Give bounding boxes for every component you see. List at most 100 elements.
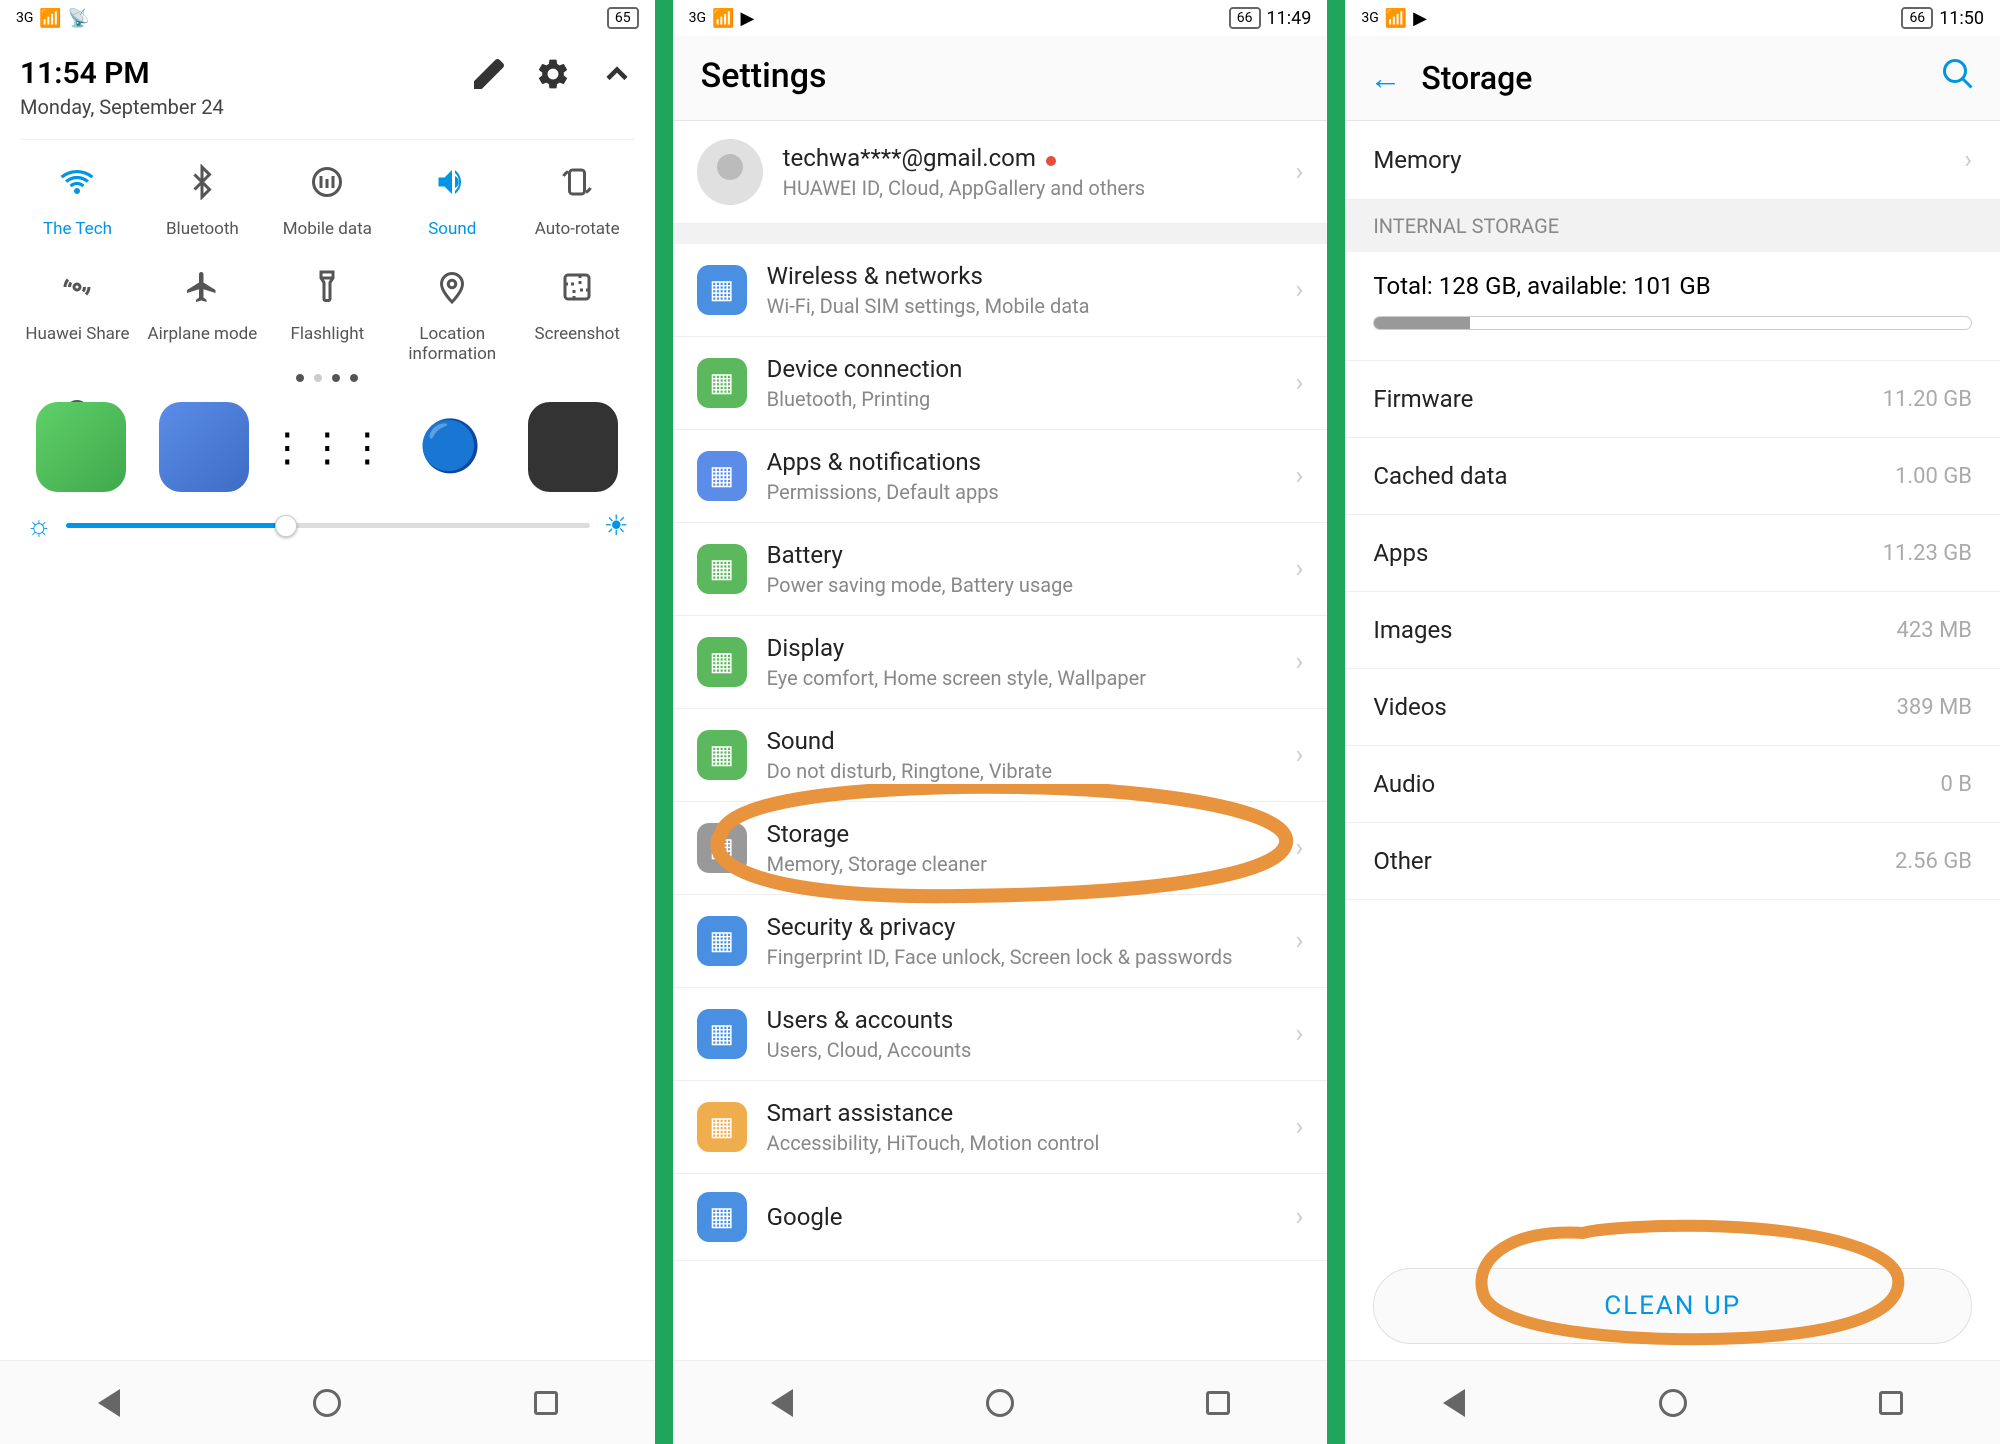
search-icon[interactable] [1940, 56, 1976, 100]
qs-tile-label: The Tech [43, 219, 112, 239]
qs-tile-location[interactable]: Location information [395, 269, 510, 364]
nav-home-button[interactable] [307, 1383, 347, 1423]
qs-tile-airplane[interactable]: Airplane mode [145, 269, 260, 364]
memory-row[interactable]: Memory › [1345, 121, 2000, 200]
signal-icon: 📶 [712, 8, 734, 29]
dock-phone-app[interactable] [36, 402, 126, 492]
storage-header: ← Storage [1345, 36, 2000, 121]
row-title: Users & accounts [767, 1006, 1276, 1034]
nav-home-button[interactable] [1653, 1383, 1693, 1423]
storage-row-audio[interactable]: Audio0 B [1345, 746, 2000, 823]
row-icon: ▦ [697, 1102, 747, 1152]
back-arrow-icon[interactable]: ← [1369, 59, 1401, 97]
dock-drawer-app[interactable]: ⋮⋮⋮ [282, 402, 372, 492]
qs-tile-sound[interactable]: Sound [395, 164, 510, 239]
settings-row-smart-assistance[interactable]: ▦ Smart assistance Accessibility, HiTouch,… [673, 1081, 1328, 1174]
storage-row-value: 11.23 GB [1883, 541, 1972, 566]
qs-tile-screenshot[interactable]: Screenshot [520, 269, 635, 364]
settings-row-sound[interactable]: ▦SoundDo not disturb, Ringtone, Vibrate› [673, 709, 1328, 802]
settings-row-google[interactable]: ▦ Google › [673, 1174, 1328, 1261]
storage-row-videos[interactable]: Videos389 MB [1345, 669, 2000, 746]
row-icon: ▦ [697, 1009, 747, 1059]
row-subtitle: Power saving mode, Battery usage [767, 573, 1276, 597]
storage-row-firmware[interactable]: Firmware11.20 GB [1345, 361, 2000, 438]
row-subtitle: Bluetooth, Printing [767, 387, 1276, 411]
page-title: Settings [673, 36, 1328, 121]
storage-row-label: Apps [1373, 539, 1428, 567]
row-icon: ▦ [697, 265, 747, 315]
brightness-high-icon: ☀ [604, 509, 629, 542]
chevron-right-icon: › [1296, 1202, 1304, 1232]
settings-row-apps-notifications[interactable]: ▦Apps & notificationsPermissions, Defaul… [673, 430, 1328, 523]
row-icon: ▦ [697, 451, 747, 501]
row-title: Google [767, 1203, 1276, 1231]
chevron-right-icon: › [1296, 647, 1304, 677]
qs-tile-wifi[interactable]: The Tech [20, 164, 135, 239]
dock-messages-app[interactable] [159, 402, 249, 492]
storage-row-other[interactable]: Other2.56 GB [1345, 823, 2000, 900]
row-title: Display [767, 634, 1276, 662]
row-subtitle: Eye comfort, Home screen style, Wallpape… [767, 666, 1276, 690]
row-subtitle: Accessibility, HiTouch, Motion control [767, 1131, 1276, 1155]
qs-tile-bluetooth[interactable]: Bluetooth [145, 164, 260, 239]
qs-tile-auto-rotate[interactable]: Auto-rotate [520, 164, 635, 239]
storage-row-images[interactable]: Images423 MB [1345, 592, 2000, 669]
chevron-right-icon: › [1296, 554, 1304, 584]
battery-indicator: 66 [1229, 7, 1261, 29]
settings-row-storage[interactable]: ▦StorageMemory, Storage cleaner› [673, 802, 1328, 895]
row-title: Smart assistance [767, 1099, 1276, 1127]
collapse-chevron-icon[interactable] [599, 56, 635, 100]
qs-tile-label: Bluetooth [166, 219, 239, 239]
chevron-right-icon: › [1296, 1019, 1304, 1049]
storage-progress-bar [1373, 316, 1972, 330]
dock-camera-app[interactable] [528, 402, 618, 492]
qs-tile-mobile-data[interactable]: Mobile data [270, 164, 385, 239]
row-subtitle: Memory, Storage cleaner [767, 852, 1276, 876]
mobile-data-icon [309, 164, 345, 209]
row-icon: ▦ [697, 637, 747, 687]
nav-recents-button[interactable] [1871, 1383, 1911, 1423]
status-bar: 3G 📶 ▶ 66 11:49 [673, 0, 1328, 36]
status-time: 11:50 [1939, 8, 1984, 29]
dock: ⋮⋮⋮ 🔵 [0, 402, 655, 492]
dock-chrome-app[interactable]: 🔵 [405, 402, 495, 492]
edit-icon[interactable] [471, 56, 507, 100]
navigation-bar [673, 1360, 1328, 1444]
qs-tile-label: Airplane mode [148, 324, 258, 344]
battery-indicator: 65 [607, 7, 639, 29]
qs-tile-huawei-share[interactable]: Huawei Share [20, 269, 135, 364]
qs-tile-label: Flashlight [291, 324, 365, 344]
nav-recents-button[interactable] [1198, 1383, 1238, 1423]
account-row[interactable]: techwa****@gmail.com HUAWEI ID, Cloud, A… [673, 121, 1328, 224]
settings-gear-icon[interactable] [535, 56, 571, 100]
row-icon: ▦ [697, 1192, 747, 1242]
storage-row-apps[interactable]: Apps 11.23 GB [1345, 515, 2000, 592]
brightness-slider[interactable]: ☼ ☀ [20, 489, 635, 552]
nav-back-button[interactable] [1434, 1383, 1474, 1423]
storage-row-cached-data[interactable]: Cached data1.00 GB [1345, 438, 2000, 515]
row-subtitle: Wi-Fi, Dual SIM settings, Mobile data [767, 294, 1276, 318]
settings-row-display[interactable]: ▦ Display Eye comfort, Home screen style, … [673, 616, 1328, 709]
nav-back-button[interactable] [89, 1383, 129, 1423]
qs-tile-flashlight[interactable]: Flashlight [270, 269, 385, 364]
settings-row-security-privacy[interactable]: ▦Security & privacyFingerprint ID, Face … [673, 895, 1328, 988]
settings-list: techwa****@gmail.com HUAWEI ID, Cloud, A… [673, 121, 1328, 1261]
settings-row-battery[interactable]: ▦BatteryPower saving mode, Battery usage… [673, 523, 1328, 616]
row-icon: ▦ [697, 730, 747, 780]
nav-home-button[interactable] [980, 1383, 1020, 1423]
settings-row-device-connection[interactable]: ▦Device connectionBluetooth, Printing› [673, 337, 1328, 430]
nav-back-button[interactable] [762, 1383, 802, 1423]
row-subtitle: Fingerprint ID, Face unlock, Screen lock… [767, 945, 1276, 969]
youtube-indicator-icon: ▶ [741, 8, 755, 29]
account-subtitle: HUAWEI ID, Cloud, AppGallery and others [783, 176, 1276, 200]
row-title: Storage [767, 820, 1276, 848]
brightness-low-icon: ☼ [26, 509, 52, 542]
clock-date: Monday, September 24 [20, 95, 224, 119]
nav-recents-button[interactable] [526, 1383, 566, 1423]
battery-indicator: 66 [1901, 7, 1933, 29]
cleanup-button[interactable]: CLEAN UP [1373, 1268, 1972, 1344]
auto-rotate-icon [559, 164, 595, 209]
settings-row-wireless-networks[interactable]: ▦Wireless & networksWi-Fi, Dual SIM sett… [673, 244, 1328, 337]
storage-row-value: 389 MB [1897, 695, 1972, 720]
settings-row-users-accounts[interactable]: ▦Users & accountsUsers, Cloud, Accounts› [673, 988, 1328, 1081]
